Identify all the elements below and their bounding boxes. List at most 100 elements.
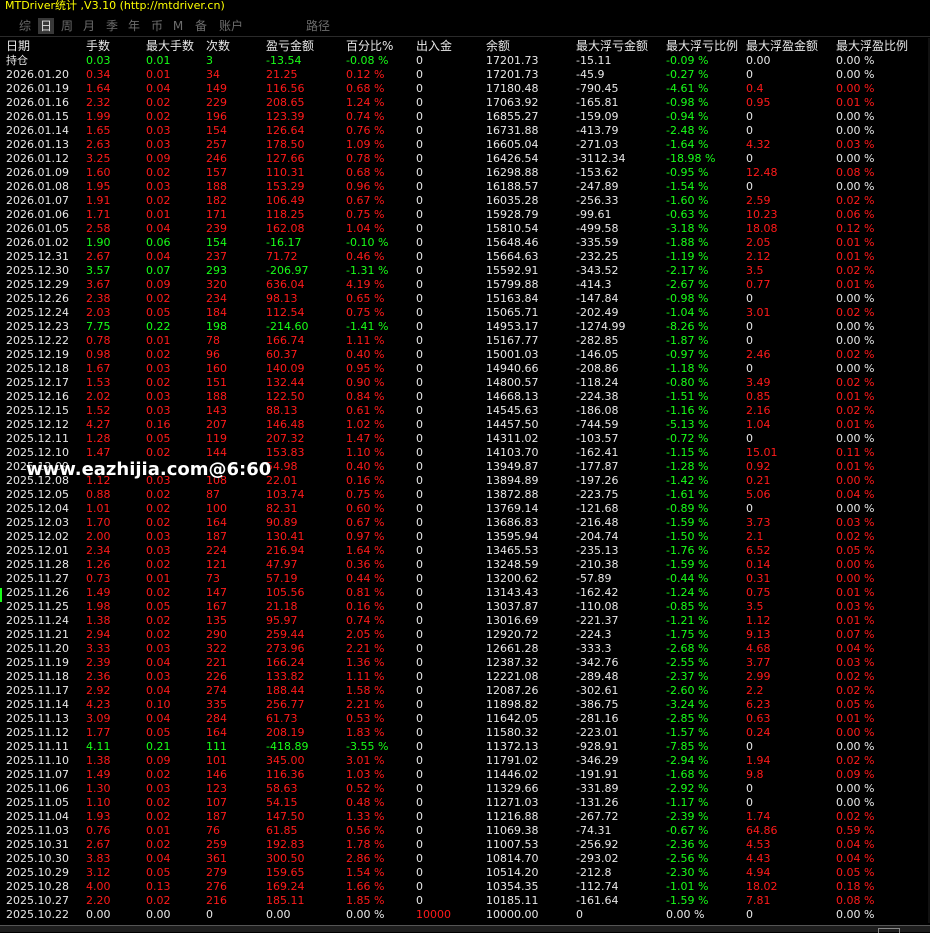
cell-max-float-profit: 2.59	[746, 194, 771, 207]
table-row[interactable]: 2025.12.31 2.67 0.04 237 71.72 0.46 % 0 15664.6…	[0, 250, 930, 264]
tab-4[interactable]: 季	[105, 18, 119, 34]
header-pnl[interactable]: 盈亏金额	[266, 38, 344, 54]
table-row[interactable]: 2025.11.19 2.39 0.04 221 166.24 1.36 % 0 12387.…	[0, 656, 930, 670]
header-max-drawdown[interactable]: 最大浮亏金额	[576, 38, 664, 54]
cell-deposit: 0	[416, 96, 423, 109]
table-row[interactable]: 2025.12.03 1.70 0.02 164 90.89 0.67 % 0 13686.8…	[0, 516, 930, 530]
tab-10[interactable]: 路径	[304, 18, 332, 34]
table-row[interactable]: 2025.11.20 3.33 0.03 322 273.96 2.21 % 0 12661.…	[0, 642, 930, 656]
table-row[interactable]: 2025.11.12 1.77 0.05 164 208.19 1.83 % 0 11580.…	[0, 726, 930, 740]
table-row[interactable]: 2025.11.03 0.76 0.01 76 61.85 0.56 % 0 11069.38…	[0, 824, 930, 838]
table-row[interactable]: 2025.10.22 0.00 0.00 0 0.00 0.00 % 10000 10000.…	[0, 908, 930, 922]
table-row[interactable]: 2025.11.13 3.09 0.04 284 61.73 0.53 % 0 11642.0…	[0, 712, 930, 726]
cell-balance: 16426.54	[486, 152, 539, 165]
table-row[interactable]: 2025.12.15 1.52 0.03 143 88.13 0.61 % 0 14545.6…	[0, 404, 930, 418]
table-row[interactable]: 2025.11.28 1.26 0.02 121 47.97 0.36 % 0 13248.5…	[0, 558, 930, 572]
header-max-drawdown-pct[interactable]: 最大浮亏比例	[666, 38, 744, 54]
tab-5[interactable]: 年	[127, 18, 141, 34]
tab-6[interactable]: 币	[150, 18, 164, 34]
cell-deposit: 0	[416, 194, 423, 207]
tab-0[interactable]: 综	[18, 18, 32, 34]
tab-9[interactable]: 账户	[217, 18, 245, 34]
cell-balance: 10185.11	[486, 894, 539, 907]
table-row[interactable]: 2025.10.30 3.83 0.04 361 300.50 2.86 % 0 10814.…	[0, 852, 930, 866]
table-row[interactable]: 2025.12.29 3.67 0.09 320 636.04 4.19 % 0 15799.…	[0, 278, 930, 292]
table-row[interactable]: 2025.11.26 1.49 0.02 147 105.56 0.81 % 0 13143.…	[0, 586, 930, 600]
table-row[interactable]: 2026.01.14 1.65 0.03 154 126.64 0.76 % 0 16731.…	[0, 124, 930, 138]
table-row[interactable]: 2025.12.10 1.47 0.02 144 153.83 1.10 % 0 14103.…	[0, 446, 930, 460]
table-row[interactable]: 2025.11.21 2.94 0.02 290 259.44 2.05 % 0 12920.…	[0, 628, 930, 642]
table-row[interactable]: 2025.11.11 4.11 0.21 111 -418.89 -3.55 % 0 1137…	[0, 740, 930, 754]
header-balance[interactable]: 余额	[486, 38, 574, 54]
tab-1[interactable]: 日	[38, 18, 54, 34]
daily-stats-table: 日期 手数 最大手数 次数 盈亏金额 百分比% 出入金 余额 最大浮亏金额 最大浮亏比例 最大浮盈金…	[0, 38, 930, 922]
table-row[interactable]: 2025.10.27 2.20 0.02 216 185.11 1.85 % 0 10185.…	[0, 894, 930, 908]
table-row[interactable]: 2026.01.15 1.99 0.02 196 123.39 0.74 % 0 16855.…	[0, 110, 930, 124]
cell-date: 2025.12.23	[6, 320, 69, 333]
cell-max-lots: 0.02	[146, 894, 171, 907]
table-row[interactable]: 2025.11.04 1.93 0.02 187 147.50 1.33 % 0 11216.…	[0, 810, 930, 824]
table-row[interactable]: 2025.11.05 1.10 0.02 107 54.15 0.48 % 0 11271.0…	[0, 796, 930, 810]
tab-2[interactable]: 周	[60, 18, 74, 34]
cell-max-drawdown: -204.74	[576, 530, 619, 543]
table-row[interactable]: 2025.12.22 0.78 0.01 78 166.74 1.11 % 0 15167.7…	[0, 334, 930, 348]
table-row[interactable]: 2025.12.05 0.88 0.02 87 103.74 0.75 % 0 13872.8…	[0, 488, 930, 502]
table-row[interactable]: 2026.01.19 1.64 0.04 149 116.56 0.68 % 0 17180.…	[0, 82, 930, 96]
cell-pct: 0.76 %	[346, 124, 385, 137]
table-row[interactable]: 2025.12.17 1.53 0.02 151 132.44 0.90 % 0 14800.…	[0, 376, 930, 390]
cell-count: 361	[206, 852, 227, 865]
table-row[interactable]: 2025.11.27 0.73 0.01 73 57.19 0.44 % 0 13200.62…	[0, 572, 930, 586]
table-row[interactable]: 2025.11.25 1.98 0.05 167 21.18 0.16 % 0 13037.8…	[0, 600, 930, 614]
header-max-float-profit[interactable]: 最大浮盈金额	[746, 38, 834, 54]
tab-7[interactable]: M	[172, 18, 184, 34]
table-row[interactable]: 持仓 0.03 0.01 3 -13.54 -0.08 % 0 17201.73 -15.11 -…	[0, 54, 930, 68]
cell-pct: 0.61 %	[346, 404, 385, 417]
table-row[interactable]: 2025.12.24 2.03 0.05 184 112.54 0.75 % 0 15065.…	[0, 306, 930, 320]
header-pct[interactable]: 百分比%	[346, 38, 414, 54]
table-row[interactable]: 2025.11.07 1.49 0.02 146 116.36 1.03 % 0 11446.…	[0, 768, 930, 782]
table-row[interactable]: 2025.12.30 3.57 0.07 293 -206.97 -1.31 % 0 1559…	[0, 264, 930, 278]
tab-8[interactable]: 备	[194, 18, 208, 34]
table-row[interactable]: 2025.11.06 1.30 0.03 123 58.63 0.52 % 0 11329.6…	[0, 782, 930, 796]
header-max-lots[interactable]: 最大手数	[146, 38, 204, 54]
cell-lots: 4.27	[86, 418, 111, 431]
cell-pct: 0.74 %	[346, 110, 385, 123]
table-row[interactable]: 2025.10.28 4.00 0.13 276 169.24 1.66 % 0 10354.…	[0, 880, 930, 894]
table-row[interactable]: 2025.10.31 2.67 0.02 259 192.83 1.78 % 0 11007.…	[0, 838, 930, 852]
header-count[interactable]: 次数	[206, 38, 264, 54]
table-row[interactable]: 2025.11.24 1.38 0.02 135 95.97 0.74 % 0 13016.6…	[0, 614, 930, 628]
table-row[interactable]: 2025.11.14 4.23 0.10 335 256.77 2.21 % 0 11898.…	[0, 698, 930, 712]
table-row[interactable]: 2025.11.18 2.36 0.03 226 133.82 1.11 % 0 12221.…	[0, 670, 930, 684]
table-row[interactable]: 2025.10.29 3.12 0.05 279 159.65 1.54 % 0 10514.…	[0, 866, 930, 880]
cell-max-drawdown: -333.3	[576, 642, 612, 655]
header-date[interactable]: 日期	[6, 38, 84, 54]
table-row[interactable]: 2025.12.11 1.28 0.05 119 207.32 1.47 % 0 14311.…	[0, 432, 930, 446]
table-row[interactable]: 2025.12.16 2.02 0.03 188 122.50 0.84 % 0 14668.…	[0, 390, 930, 404]
header-max-float-profit-pct[interactable]: 最大浮盈比例	[836, 38, 916, 54]
table-row[interactable]: 2025.12.26 2.38 0.02 234 98.13 0.65 % 0 15163.8…	[0, 292, 930, 306]
table-row[interactable]: 2026.01.12 3.25 0.09 246 127.66 0.78 % 0 16426.…	[0, 152, 930, 166]
table-row[interactable]: 2026.01.02 1.90 0.06 154 -16.17 -0.10 % 0 15648…	[0, 236, 930, 250]
table-row[interactable]: 2026.01.09 1.60 0.02 157 110.31 0.68 % 0 16298.…	[0, 166, 930, 180]
table-row[interactable]: 2026.01.08 1.95 0.03 188 153.29 0.96 % 0 16188.…	[0, 180, 930, 194]
table-row[interactable]: 2026.01.16 2.32 0.02 229 208.65 1.24 % 0 17063.…	[0, 96, 930, 110]
table-row[interactable]: 2025.12.02 2.00 0.03 187 130.41 0.97 % 0 13595.…	[0, 530, 930, 544]
table-row[interactable]: 2025.12.01 2.34 0.03 224 216.94 1.64 % 0 13465.…	[0, 544, 930, 558]
cell-max-drawdown: -331.89	[576, 782, 619, 795]
table-row[interactable]: 2026.01.07 1.91 0.02 182 106.49 0.67 % 0 16035.…	[0, 194, 930, 208]
table-row[interactable]: 2025.12.23 7.75 0.22 198 -214.60 -1.41 % 0 1495…	[0, 320, 930, 334]
header-deposit[interactable]: 出入金	[416, 38, 484, 54]
table-row[interactable]: 2025.11.10 1.38 0.09 101 345.00 3.01 % 0 11791.…	[0, 754, 930, 768]
table-row[interactable]: 2025.12.19 0.98 0.02 96 60.37 0.40 % 0 15001.03…	[0, 348, 930, 362]
header-lots[interactable]: 手数	[86, 38, 144, 54]
cell-pnl: 273.96	[266, 642, 305, 655]
table-row[interactable]: 2026.01.06 1.71 0.01 171 118.25 0.75 % 0 15928.…	[0, 208, 930, 222]
table-row[interactable]: 2025.12.12 4.27 0.16 207 146.48 1.02 % 0 14457.…	[0, 418, 930, 432]
tab-3[interactable]: 月	[82, 18, 96, 34]
table-row[interactable]: 2025.11.17 2.92 0.04 274 188.44 1.58 % 0 12087.…	[0, 684, 930, 698]
table-row[interactable]: 2025.12.18 1.67 0.03 160 140.09 0.95 % 0 14940.…	[0, 362, 930, 376]
table-row[interactable]: 2026.01.20 0.34 0.01 34 21.25 0.12 % 0 17201.73…	[0, 68, 930, 82]
table-row[interactable]: 2026.01.13 2.63 0.03 257 178.50 1.09 % 0 16605.…	[0, 138, 930, 152]
table-row[interactable]: 2025.12.04 1.01 0.02 100 82.31 0.60 % 0 13769.1…	[0, 502, 930, 516]
table-row[interactable]: 2026.01.05 2.58 0.04 239 162.08 1.04 % 0 15810.…	[0, 222, 930, 236]
